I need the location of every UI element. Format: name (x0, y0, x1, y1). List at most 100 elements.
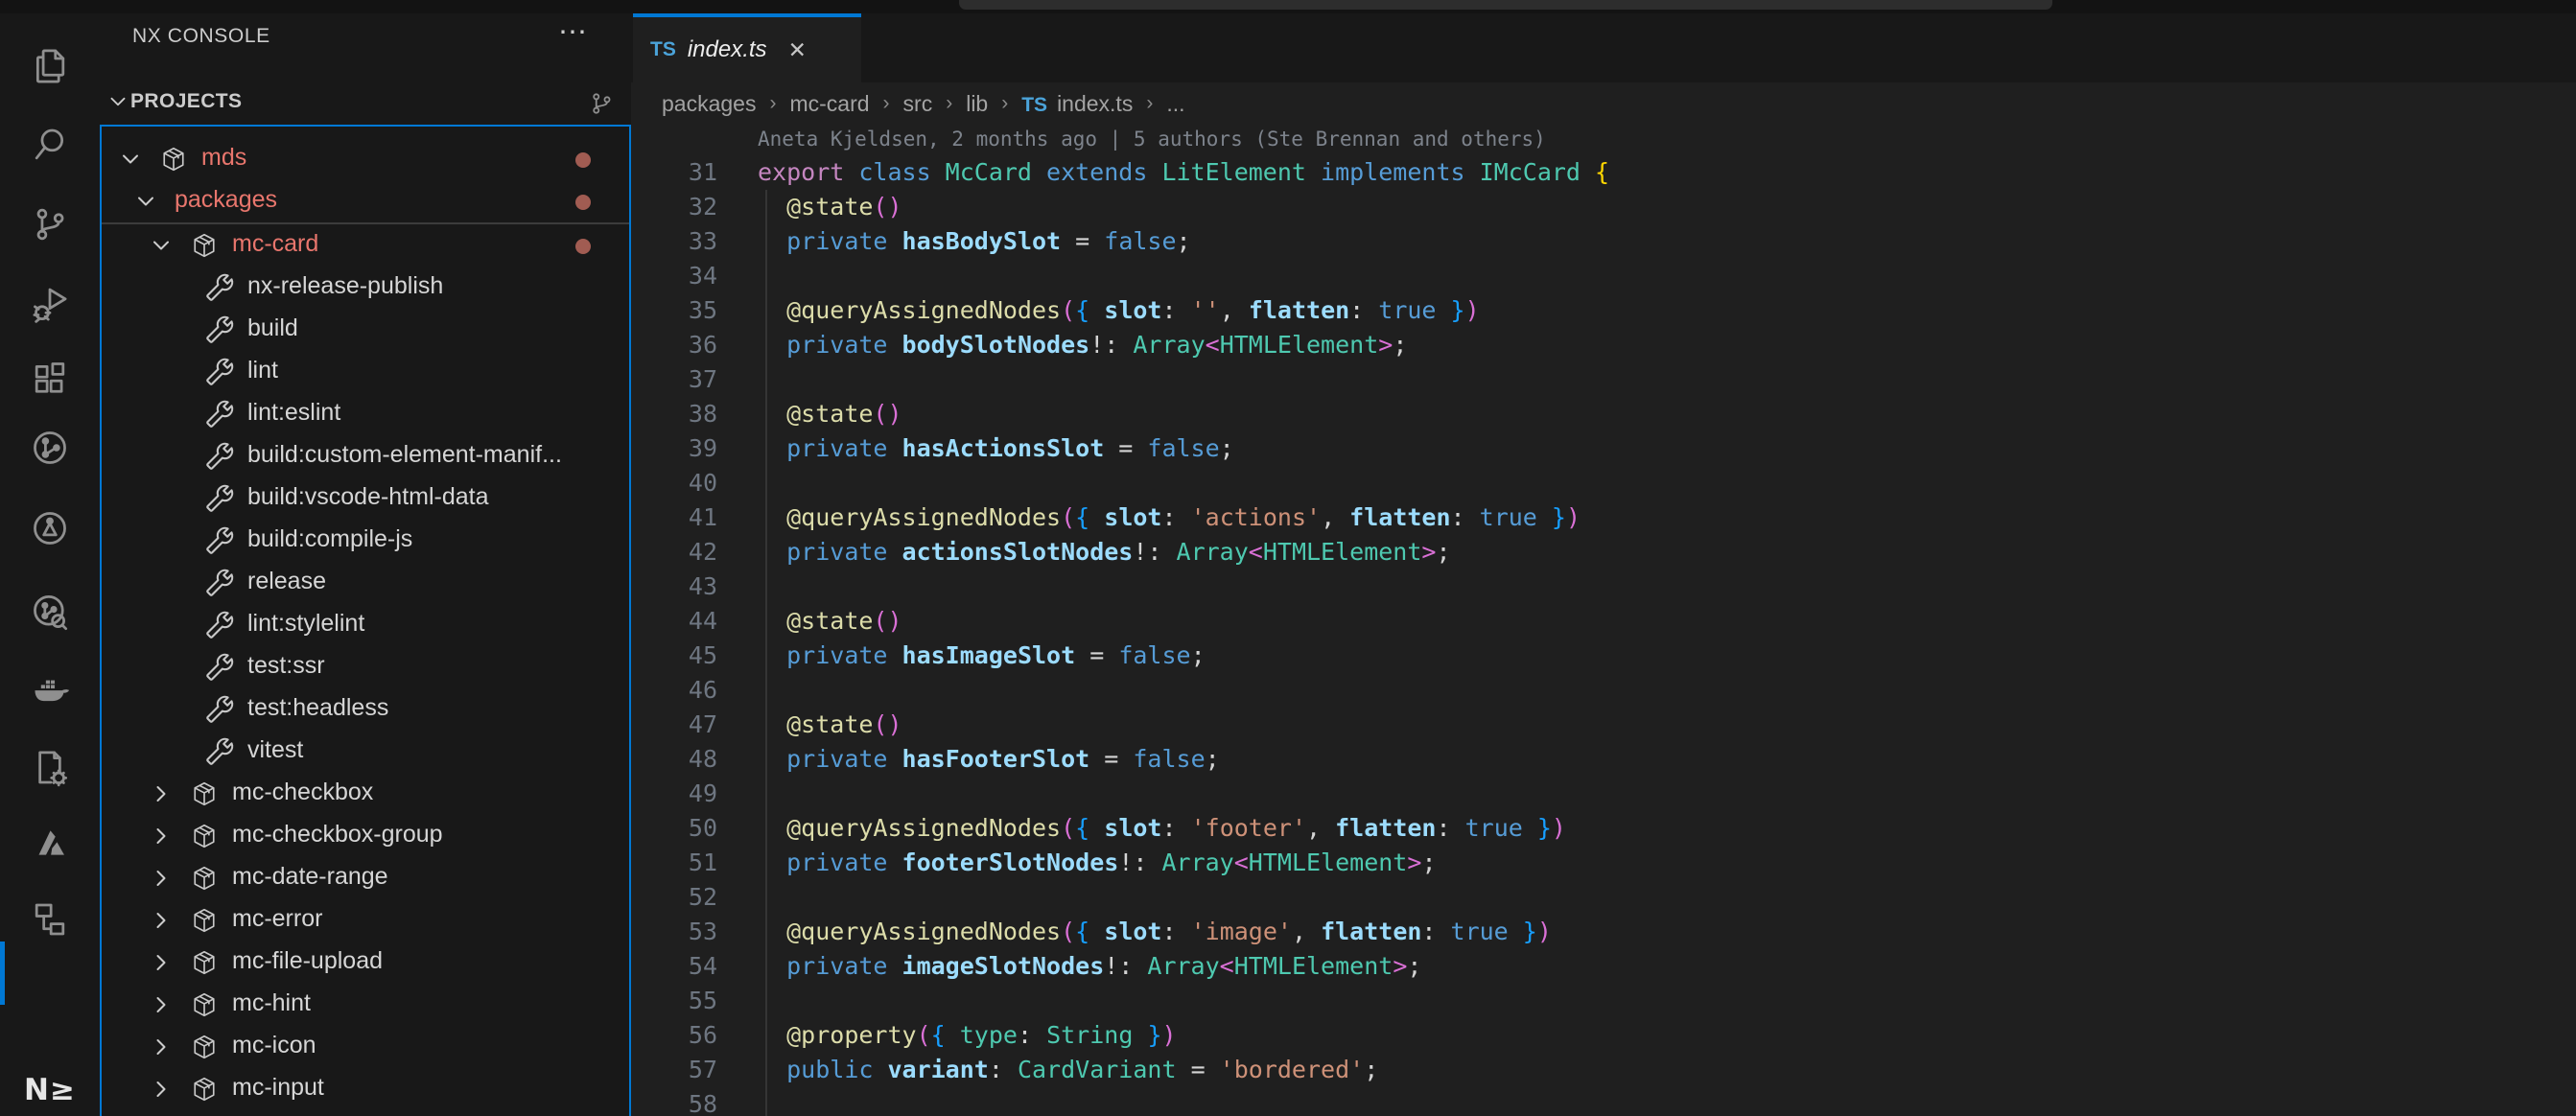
tree-item-lint-eslint[interactable]: lint:eslint (100, 393, 631, 435)
line-number[interactable]: 41 (631, 500, 717, 535)
code-editor[interactable]: Aneta Kjeldsen, 2 months ago | 5 authors… (631, 110, 2576, 1116)
code-line-35[interactable]: 35 @queryAssignedNodes({ slot: '', flatt… (631, 293, 2576, 328)
tree-item-test-ssr[interactable]: test:ssr (100, 646, 631, 688)
tab-bar[interactable]: TS index.ts ✕ (631, 13, 2576, 82)
chevron-right-icon[interactable] (148, 991, 175, 1018)
chevron-right-icon[interactable] (148, 1076, 175, 1103)
line-number[interactable]: 37 (631, 362, 717, 397)
code-line-57[interactable]: 57 public variant: CardVariant = 'border… (631, 1053, 2576, 1087)
tree-item-mc-icon[interactable]: mc-icon (100, 1026, 631, 1068)
code-line-40[interactable]: 40 (631, 466, 2576, 500)
chevron-right-icon[interactable] (148, 1034, 175, 1060)
chevron-down-icon[interactable] (132, 188, 159, 215)
line-number[interactable]: 36 (631, 328, 717, 362)
tree-item-partial[interactable] (100, 1110, 631, 1116)
line-number[interactable]: 38 (631, 397, 717, 431)
close-icon[interactable]: ✕ (788, 37, 807, 63)
tree-item-nx-release-publish[interactable]: nx-release-publish (100, 267, 631, 309)
line-number[interactable]: 47 (631, 708, 717, 742)
line-number[interactable]: 51 (631, 846, 717, 880)
line-number[interactable]: 52 (631, 880, 717, 915)
line-number[interactable]: 46 (631, 673, 717, 708)
tree-item-vitest[interactable]: vitest (100, 731, 631, 773)
line-number[interactable]: 31 (631, 155, 717, 190)
tree-item-release[interactable]: release (100, 562, 631, 604)
line-number[interactable]: 54 (631, 949, 717, 984)
line-number[interactable]: 39 (631, 431, 717, 466)
tree-item-build-custom-element-manif-[interactable]: build:custom-element-manif... (100, 435, 631, 477)
line-number[interactable]: 32 (631, 190, 717, 224)
tree-item-lint[interactable]: lint (100, 351, 631, 393)
azure-icon[interactable] (0, 808, 100, 877)
code-line-51[interactable]: 51 private footerSlotNodes!: Array<HTMLE… (631, 846, 2576, 880)
search-icon[interactable] (0, 110, 100, 179)
code-line-58[interactable]: 58 (631, 1087, 2576, 1116)
tree-item-build[interactable]: build (100, 309, 631, 351)
code-line-37[interactable]: 37 (631, 362, 2576, 397)
code-line-31[interactable]: 31export class McCard extends LitElement… (631, 155, 2576, 190)
chevron-down-icon[interactable] (105, 89, 130, 119)
code-line-56[interactable]: 56 @property({ type: String }) (631, 1018, 2576, 1053)
chevron-right-icon[interactable] (148, 907, 175, 934)
chevron-right-icon[interactable] (148, 823, 175, 849)
tree-item-mc-date-range[interactable]: mc-date-range (100, 857, 631, 899)
code-line-43[interactable]: 43 (631, 570, 2576, 604)
tree-item-mc-checkbox[interactable]: mc-checkbox (100, 773, 631, 815)
code-line-41[interactable]: 41 @queryAssignedNodes({ slot: 'actions'… (631, 500, 2576, 535)
more-actions-icon[interactable]: ⋯ (558, 15, 589, 49)
tree-item-test-headless[interactable]: test:headless (100, 688, 631, 731)
nx-console-icon[interactable]: N≥ (0, 1056, 100, 1116)
explorer-icon[interactable] (0, 32, 100, 101)
line-number[interactable]: 42 (631, 535, 717, 570)
tree-item-mc-error[interactable]: mc-error (100, 899, 631, 942)
code-line-39[interactable]: 39 private hasActionsSlot = false; (631, 431, 2576, 466)
code-line-46[interactable]: 46 (631, 673, 2576, 708)
code-line-44[interactable]: 44 @state() (631, 604, 2576, 639)
projects-section-header[interactable]: PROJECTS (100, 81, 631, 125)
tree-item-mds[interactable]: mds (100, 138, 631, 180)
code-line-48[interactable]: 48 private hasFooterSlot = false; (631, 742, 2576, 777)
code-line-38[interactable]: 38 @state() (631, 397, 2576, 431)
code-line-55[interactable]: 55 (631, 984, 2576, 1018)
graph-circle-alt-icon[interactable] (0, 494, 100, 563)
code-line-45[interactable]: 45 private hasImageSlot = false; (631, 639, 2576, 673)
line-number[interactable]: 43 (631, 570, 717, 604)
line-number[interactable]: 55 (631, 984, 717, 1018)
tree-item-packages[interactable]: packages (100, 180, 631, 222)
line-number[interactable]: 49 (631, 777, 717, 811)
cmake-icon[interactable] (0, 733, 100, 802)
line-number[interactable]: 58 (631, 1087, 717, 1116)
extensions-icon[interactable] (0, 344, 100, 413)
line-number[interactable]: 44 (631, 604, 717, 639)
code-line-32[interactable]: 32 @state() (631, 190, 2576, 224)
line-number[interactable]: 40 (631, 466, 717, 500)
tree-item-mc-hint[interactable]: mc-hint (100, 984, 631, 1026)
flowchart-icon[interactable] (0, 885, 100, 954)
tree-item-mc-input[interactable]: mc-input (100, 1068, 631, 1110)
tab-index-ts[interactable]: TS index.ts ✕ (633, 13, 861, 82)
tree-item-mc-checkbox-group[interactable]: mc-checkbox-group (100, 815, 631, 857)
chevron-down-icon[interactable] (117, 146, 144, 173)
code-line-50[interactable]: 50 @queryAssignedNodes({ slot: 'footer',… (631, 811, 2576, 846)
command-center[interactable] (959, 0, 2052, 10)
tree-item-build-vscode-html-data[interactable]: build:vscode-html-data (100, 477, 631, 520)
view-graph-icon[interactable] (585, 87, 618, 120)
line-number[interactable]: 56 (631, 1018, 717, 1053)
line-number[interactable]: 48 (631, 742, 717, 777)
code-line-34[interactable]: 34 (631, 259, 2576, 293)
code-line-52[interactable]: 52 (631, 880, 2576, 915)
run-debug-icon[interactable] (0, 269, 100, 338)
tree-item-mc-card[interactable]: mc-card (100, 224, 631, 267)
code-line-54[interactable]: 54 private imageSlotNodes!: Array<HTMLEl… (631, 949, 2576, 984)
line-number[interactable]: 45 (631, 639, 717, 673)
chevron-right-icon[interactable] (148, 949, 175, 976)
docker-icon[interactable] (0, 655, 100, 724)
source-control-icon[interactable] (0, 190, 100, 259)
code-line-47[interactable]: 47 @state() (631, 708, 2576, 742)
code-line-33[interactable]: 33 private hasBodySlot = false; (631, 224, 2576, 259)
line-number[interactable]: 35 (631, 293, 717, 328)
chevron-down-icon[interactable] (148, 232, 175, 259)
line-number[interactable]: 50 (631, 811, 717, 846)
chevron-right-icon[interactable] (148, 780, 175, 807)
chevron-right-icon[interactable] (148, 865, 175, 892)
